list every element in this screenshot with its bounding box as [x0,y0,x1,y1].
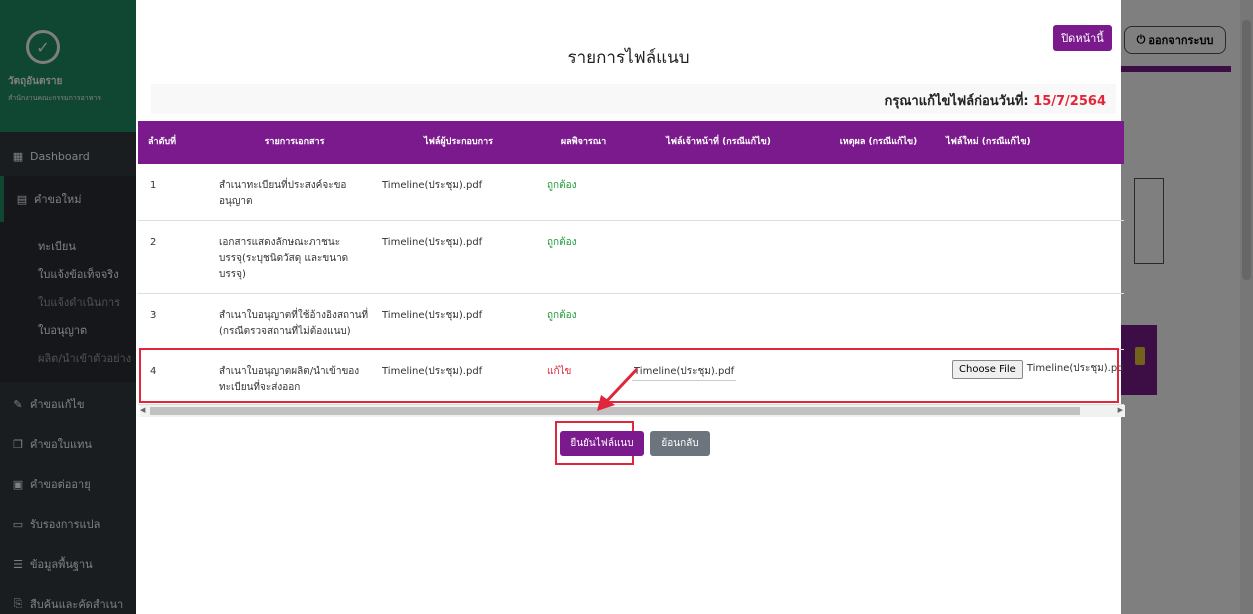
cell-new-file [946,164,1124,220]
col-header-operator-file: ไฟล์ผู้ประกอบการ [424,137,493,147]
cell-officer-file [626,164,811,220]
col-header-reason: เหตุผล (กรณีแก้ไข) [839,137,918,147]
cell-new-file [946,293,1124,349]
chosen-file-name: Timeline(ประชุม).pdf [1026,363,1124,374]
cell-new-file: Choose File Timeline(ประชุม).pdf [946,349,1124,404]
cell-no: 4 [150,365,157,377]
file-upload: Choose File Timeline(ประชุม).pdf [952,359,1124,379]
cell-reason [811,349,946,404]
table-row: 2 เอกสารแสดงลักษณะภาชนะบรรจุ(ระบุชนิดวัส… [138,220,1124,293]
officer-file-link[interactable]: Timeline(ประชุม).pdf [632,364,737,381]
scroll-left-arrow-icon[interactable]: ◀ [140,406,145,414]
cell-officer-file [626,293,811,349]
col-header-new-file: ไฟล์ใหม่ (กรณีแก้ไข) [946,137,1031,147]
attachments-modal: ปิดหน้านี้ รายการไฟล์แนบ กรุณาแก้ไขไฟล์ก… [136,0,1125,614]
table-row: 3 สำเนาใบอนุญาตที่ใช้อ้างอิงสถานที่ (กรณ… [138,293,1124,349]
cell-result: ถูกต้อง [547,180,577,191]
deadline-date: 15/7/2564 [1033,94,1106,109]
col-header-officer-file: ไฟล์เจ้าหน้าที่ (กรณีแก้ไข) [666,137,771,147]
cell-result: ถูกต้อง [547,309,577,321]
cell-new-file [946,220,1124,293]
cell-document: สำเนาใบอนุญาตผลิต/นำเข้าของทะเบียนที่จะส… [219,365,360,393]
cell-result: ถูกต้อง [547,236,577,248]
cell-officer-file [626,220,811,293]
deadline-notice: กรุณาแก้ไขไฟล์ก่อนวันที่: 15/7/2564 [885,90,1106,111]
confirm-attachments-button[interactable]: ยืนยันไฟล์แนบ [560,431,644,456]
table-row: 4 สำเนาใบอนุญาตผลิต/นำเข้าของทะเบียนที่จ… [138,349,1124,404]
scroll-right-arrow-icon[interactable]: ▶ [1118,406,1123,414]
table-row: 1 สำเนาทะเบียนที่ประสงค์จะขออนุญาต Timel… [138,164,1124,220]
cell-no: 1 [150,180,157,191]
modal-title: รายการไฟล์แนบ [567,48,690,68]
deadline-bar: กรุณาแก้ไขไฟล์ก่อนวันที่: 15/7/2564 [151,84,1116,114]
cell-result: แก้ไข [547,365,572,377]
attachments-table: ลำดับที่ รายการเอกสาร ไฟล์ผู้ประกอบการ ผ… [138,121,1124,405]
cell-no: 3 [150,309,157,321]
deadline-label: กรุณาแก้ไขไฟล์ก่อนวันที่: [884,94,1029,109]
col-header-document: รายการเอกสาร [264,137,325,147]
cell-operator-file[interactable]: Timeline(ประชุม).pdf [376,349,541,404]
attachments-table-wrap: ลำดับที่ รายการเอกสาร ไฟล์ผู้ประกอบการ ผ… [138,121,1124,418]
scrollbar-thumb[interactable] [150,407,1080,415]
choose-file-button[interactable]: Choose File [952,359,1023,379]
cell-operator-file[interactable]: Timeline(ประชุม).pdf [376,220,541,293]
back-button[interactable]: ย้อนกลับ [650,431,710,456]
cell-reason [811,293,946,349]
cell-reason [811,220,946,293]
cell-no: 2 [150,236,157,248]
cell-reason [811,164,946,220]
cell-officer-file: Timeline(ประชุม).pdf [626,349,811,404]
cell-operator-file[interactable]: Timeline(ประชุม).pdf [376,293,541,349]
cell-operator-file[interactable]: Timeline(ประชุม).pdf [376,164,541,220]
col-header-result: ผลพิจารณา [560,137,607,147]
cell-document: สำเนาใบอนุญาตที่ใช้อ้างอิงสถานที่ (กรณีต… [219,309,369,337]
table-header-row: ลำดับที่ รายการเอกสาร ไฟล์ผู้ประกอบการ ผ… [138,121,1124,164]
cell-document: เอกสารแสดงลักษณะภาชนะบรรจุ(ระบุชนิดวัสดุ… [219,236,349,280]
cell-document: สำเนาทะเบียนที่ประสงค์จะขออนุญาต [219,180,347,207]
table-horizontal-scrollbar[interactable]: ◀ ▶ [140,405,1125,417]
col-header-no: ลำดับที่ [148,137,177,147]
